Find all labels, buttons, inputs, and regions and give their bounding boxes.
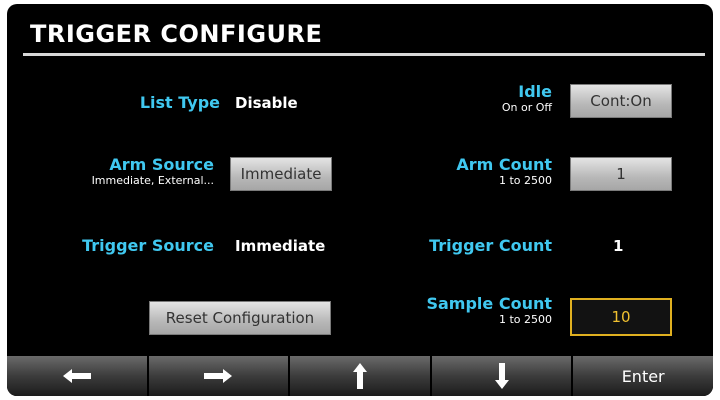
sample-count-button[interactable]: 10	[570, 298, 672, 336]
sample-count-label-text: Sample Count	[426, 294, 552, 313]
enter-label: Enter	[621, 366, 665, 386]
arm-count-hint: 1 to 2500	[498, 174, 552, 187]
down-arrow-softkey[interactable]	[431, 356, 572, 396]
arm-source-label: Arm Source Immediate, External...	[92, 155, 214, 187]
trigger-configure-screen: TRIGGER CONFIGURE List Type Disable Idle…	[7, 4, 713, 396]
up-arrow-softkey[interactable]	[290, 356, 430, 396]
arm-source-label-text: Arm Source	[109, 155, 214, 174]
sample-count-hint: 1 to 2500	[498, 313, 552, 326]
trigger-count-value: 1	[613, 237, 624, 255]
idle-hint: On or Off	[501, 101, 552, 114]
enter-softkey[interactable]: Enter	[573, 356, 713, 396]
trigger-source-label-text: Trigger Source	[82, 236, 214, 255]
list-type-label: List Type	[140, 93, 220, 112]
trigger-source-value: Immediate	[235, 237, 326, 255]
right-arrow-softkey[interactable]	[148, 356, 289, 396]
trigger-count-label: Trigger Count	[429, 236, 552, 255]
idle-label-text: Idle	[518, 82, 552, 101]
sample-count-label: Sample Count 1 to 2500	[426, 294, 552, 326]
reset-configuration-button[interactable]: Reset Configuration	[149, 301, 331, 335]
list-type-value: Disable	[235, 94, 298, 112]
arm-count-button[interactable]: 1	[570, 157, 672, 191]
page-title: TRIGGER CONFIGURE	[30, 20, 323, 48]
trigger-source-label: Trigger Source	[82, 236, 214, 255]
right-arrow-icon	[204, 369, 233, 383]
left-arrow-softkey[interactable]	[7, 356, 147, 396]
idle-button[interactable]: Cont:On	[570, 84, 672, 118]
idle-label: Idle On or Off	[502, 82, 552, 114]
up-arrow-icon	[352, 363, 367, 389]
down-arrow-icon	[494, 363, 509, 389]
arm-count-label: Arm Count 1 to 2500	[456, 155, 552, 187]
title-divider	[23, 53, 705, 56]
left-arrow-icon	[62, 369, 91, 383]
arm-count-label-text: Arm Count	[456, 155, 552, 174]
arm-source-button[interactable]: Immediate	[230, 157, 332, 191]
arm-source-hint: Immediate, External...	[91, 174, 214, 187]
trigger-count-label-text: Trigger Count	[429, 236, 552, 255]
list-type-label-text: List Type	[139, 93, 220, 112]
softkey-bar: Enter	[7, 356, 713, 396]
